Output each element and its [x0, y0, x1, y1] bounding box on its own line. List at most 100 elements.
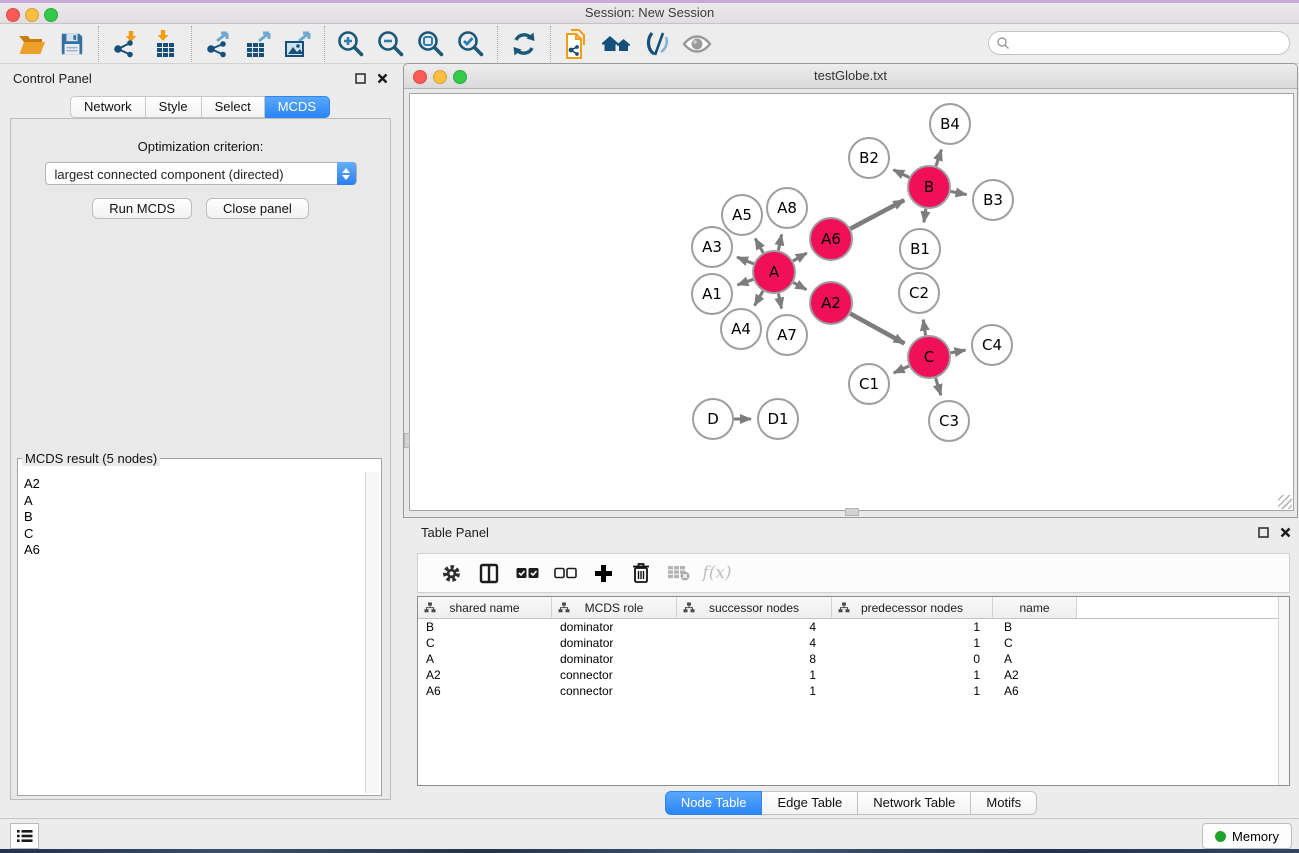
column-header[interactable]: predecessor nodes [832, 597, 993, 618]
mcds-result-item[interactable]: B [24, 509, 365, 526]
import-network-button[interactable] [105, 26, 145, 62]
graph-edge-A-A5[interactable] [755, 239, 763, 253]
search-input[interactable] [1010, 33, 1289, 53]
delete-column-button[interactable] [622, 562, 660, 584]
table-cell: B [993, 619, 1077, 635]
import-table-button[interactable] [145, 26, 185, 62]
vertical-scrollbar-thumb[interactable] [404, 433, 410, 448]
export-table-button[interactable] [238, 26, 278, 62]
network-window-titlebar: testGlobe.txt [404, 64, 1297, 89]
control-panel-tab[interactable]: Select [202, 96, 265, 118]
toolbar-divider [497, 26, 498, 62]
memory-button[interactable]: Memory [1202, 823, 1292, 849]
table-row[interactable]: Cdominator41C [418, 635, 1289, 651]
minimize-network-window-button[interactable] [433, 70, 447, 84]
float-panel-icon[interactable] [1258, 527, 1269, 538]
close-panel-icon[interactable] [1280, 527, 1291, 538]
horizontal-scrollbar-thumb[interactable] [845, 508, 859, 516]
close-panel-icon[interactable] [377, 73, 388, 84]
table-cell: 1 [832, 683, 993, 699]
table-panel-tab[interactable]: Network Table [858, 791, 971, 815]
zoom-network-window-button[interactable] [453, 70, 467, 84]
memory-status-icon [1215, 831, 1226, 842]
refresh-button[interactable] [504, 26, 544, 62]
graph-edge-C-C2[interactable] [923, 320, 925, 336]
table-scrollbar[interactable] [1278, 597, 1289, 785]
table-row[interactable]: A6connector11A6 [418, 683, 1289, 699]
close-panel-button[interactable]: Close panel [206, 198, 309, 219]
show-graphics-details-button[interactable] [677, 26, 717, 62]
graph-edge-C-C3[interactable] [936, 378, 941, 395]
close-network-window-button[interactable] [413, 70, 427, 84]
graph-edge-A-A1[interactable] [737, 279, 753, 285]
graph-edge-A-A2[interactable] [793, 283, 806, 290]
graph-edge-B-B3[interactable] [951, 191, 967, 194]
deselect-all-rows-button[interactable] [546, 567, 584, 579]
graph-node-label-B4: B4 [940, 115, 960, 133]
graph-edge-A-A7[interactable] [778, 294, 781, 309]
create-column-button[interactable] [584, 564, 622, 583]
table-cell: dominator [552, 651, 677, 667]
table-cell: 1 [677, 667, 832, 683]
column-header[interactable]: name [993, 597, 1077, 618]
column-selector-button[interactable] [470, 563, 508, 584]
column-header[interactable]: MCDS role [552, 597, 677, 618]
export-network-button[interactable] [198, 26, 238, 62]
minimize-window-button[interactable] [25, 8, 39, 22]
graph-edge-B-B1[interactable] [924, 209, 926, 223]
table-row[interactable]: Adominator80A [418, 651, 1289, 667]
graph-edge-A2-C[interactable] [850, 314, 904, 344]
mcds-result-item[interactable]: A [24, 493, 365, 510]
zoom-out-button[interactable] [371, 26, 411, 62]
window-resize-grip[interactable] [1278, 495, 1292, 509]
save-session-button[interactable] [52, 26, 92, 62]
column-header[interactable]: shared name [418, 597, 552, 618]
float-panel-icon[interactable] [355, 73, 366, 84]
toolbar-divider [98, 26, 99, 62]
table-settings-button[interactable] [432, 563, 470, 584]
graph-edge-C-C1[interactable] [894, 366, 909, 373]
select-all-rows-button[interactable] [508, 567, 546, 579]
zoom-in-button[interactable] [331, 26, 371, 62]
table-row[interactable]: A2connector11A2 [418, 667, 1289, 683]
home-button[interactable] [597, 26, 637, 62]
control-panel-tab[interactable]: Network [70, 96, 146, 118]
graph-edge-A-A8[interactable] [778, 234, 781, 250]
column-header[interactable]: successor nodes [677, 597, 832, 618]
graph-edge-A-A3[interactable] [737, 257, 754, 264]
zoom-selected-button[interactable] [451, 26, 491, 62]
table-panel-tab[interactable]: Node Table [665, 791, 763, 815]
zoom-window-button[interactable] [44, 8, 58, 22]
graph-edge-C-C4[interactable] [951, 350, 966, 353]
export-image-button[interactable] [278, 26, 318, 62]
graph-edge-B-B4[interactable] [936, 150, 942, 167]
hide-graphics-details-button[interactable] [637, 26, 677, 62]
close-window-button[interactable] [6, 8, 20, 22]
optimization-criterion-select[interactable]: largest connected component (directed) [45, 162, 357, 185]
open-session-button[interactable] [12, 26, 52, 62]
graph-edge-A-A4[interactable] [755, 291, 763, 306]
network-canvas[interactable]: AA1A2A3A4A5A6A7A8BB1B2B3B4CC1C2C3C4DD1 [409, 93, 1294, 511]
table-panel-tab[interactable]: Motifs [971, 791, 1037, 815]
new-network-from-selection-button[interactable] [557, 26, 597, 62]
run-mcds-button[interactable]: Run MCDS [92, 198, 192, 219]
graph-edge-A-A6[interactable] [793, 253, 807, 261]
graph-edge-A6-B[interactable] [850, 200, 904, 229]
table-panel-tab[interactable]: Edge Table [762, 791, 858, 815]
graph-edge-B-B2[interactable] [893, 170, 909, 178]
column-header-filler [1077, 597, 1289, 618]
mcds-result-item[interactable]: A6 [24, 542, 365, 559]
result-scrollbar[interactable] [365, 472, 379, 793]
mcds-result-item[interactable]: C [24, 526, 365, 543]
graph-node-label-A3: A3 [702, 238, 722, 256]
status-bar: Memory [0, 818, 1299, 850]
control-panel-tab[interactable]: MCDS [265, 96, 330, 118]
table-panel-title: Table Panel [403, 520, 1299, 546]
memory-label: Memory [1232, 829, 1279, 844]
table-cell: A [993, 651, 1077, 667]
task-history-button[interactable] [10, 823, 39, 849]
control-panel-tab[interactable]: Style [146, 96, 202, 118]
mcds-result-item[interactable]: A2 [24, 476, 365, 493]
zoom-fit-button[interactable] [411, 26, 451, 62]
table-row[interactable]: Bdominator41B [418, 619, 1289, 635]
